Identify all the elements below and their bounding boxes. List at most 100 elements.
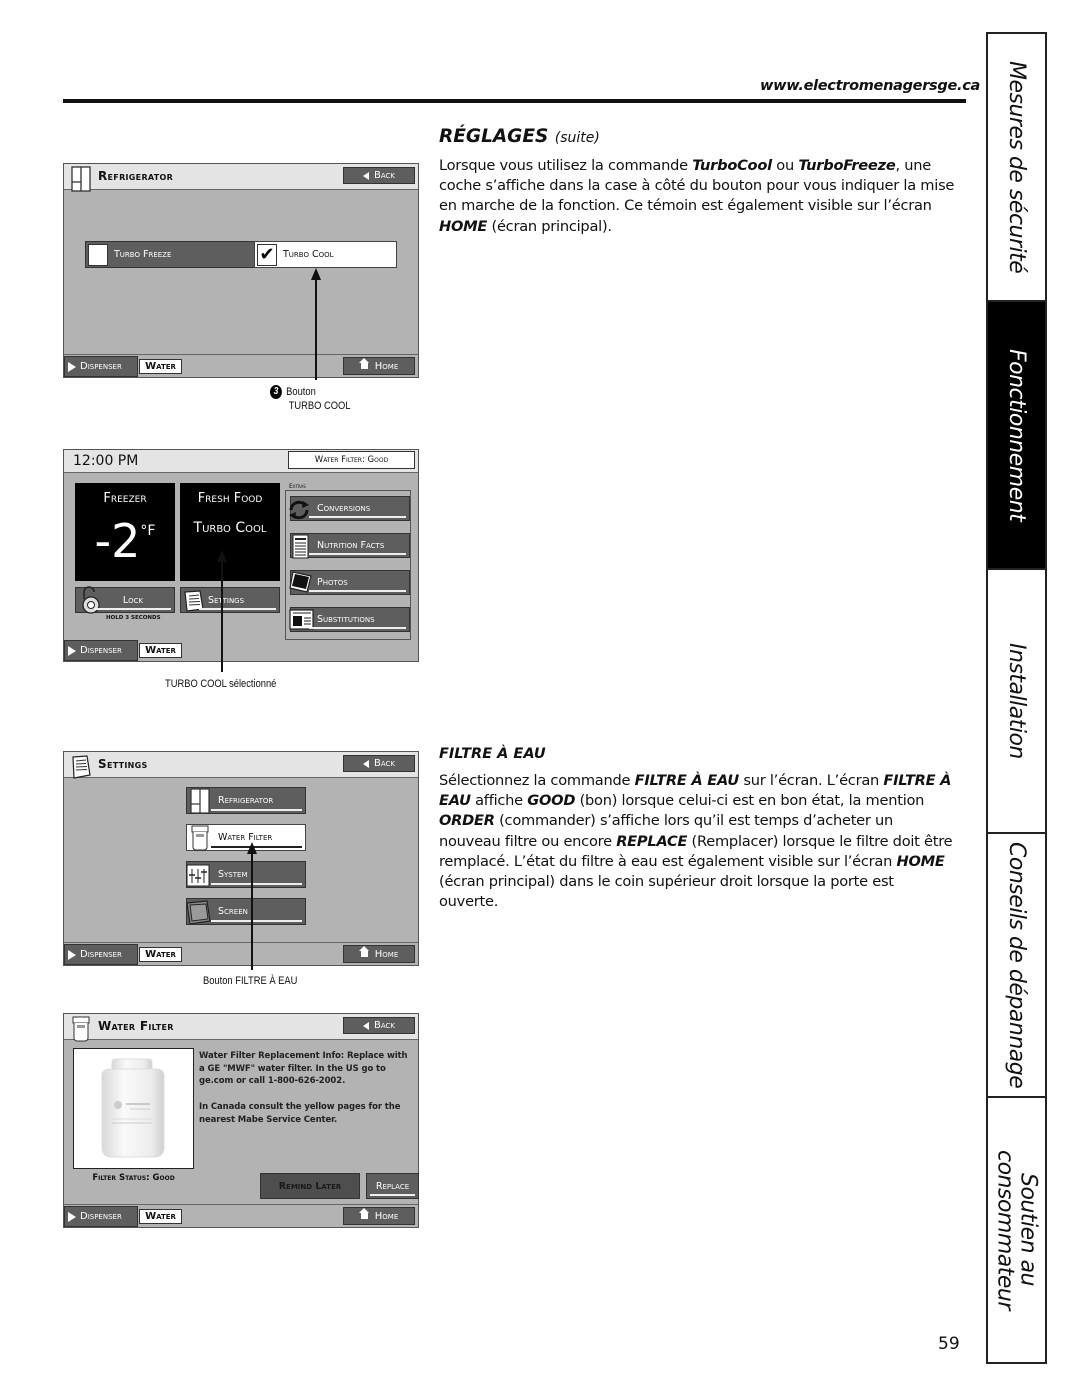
home-label: Home [374,1210,399,1222]
replace-label: Replace [375,1180,410,1192]
system-sliders-icon [186,864,210,887]
home-button[interactable]: Home [343,357,415,375]
back-button[interactable]: Back [343,167,415,184]
water-filter-icon [72,1016,90,1042]
header-rule [63,99,966,103]
dispenser-button[interactable]: Dispenser [64,640,138,661]
nutrition-facts-label: Nutrition Facts [317,540,385,551]
water-button[interactable]: Water [139,643,182,658]
section-title-reglages: RÉGLAGES (suite) [439,126,600,147]
dispenser-button[interactable]: Dispenser [64,1206,138,1227]
extras-substitutions-button[interactable]: Substitutions [289,607,410,632]
water-filter-status-button[interactable]: Water Filter: Good [288,451,415,469]
fresh-food-tile[interactable]: Fresh Food Turbo Cool [180,483,280,581]
settings-notepad-icon [72,755,91,779]
turbo-cool-checkbox[interactable]: ✔ [257,243,277,266]
back-label: Back [373,170,395,181]
tab-installation[interactable]: Installation [988,568,1045,832]
remind-later-button[interactable]: Remind Later [260,1173,360,1199]
caption-turbo-cool-selected: TURBO COOL sélectionné [165,678,277,690]
title-suffix: (suite) [554,130,600,146]
play-arrow-icon [68,645,76,656]
extras-conversions-button[interactable]: Conversions [289,496,410,521]
callout-arrow-head [247,842,257,854]
settings-label: Settings [208,594,245,606]
tab-label: Installation [1004,643,1030,759]
screen-header: Water Filter Back [64,1014,418,1042]
settings-screen-button[interactable]: Screen [186,898,306,925]
water-button[interactable]: Water [139,359,182,374]
button-underline [309,590,406,592]
screen-home: 12:00 PM Water Filter: Good Freezer -2°F… [63,449,419,662]
title-text: RÉGLAGES [439,126,549,147]
caption-water-filter-button: Bouton FILTRE À EAU [203,975,298,987]
screen-footer: Dispenser Water Home [64,942,418,965]
callout-arrow-line [315,278,317,380]
back-label: Back [373,1020,395,1031]
refrigerator-icon [190,788,210,814]
settings-refrigerator-button[interactable]: Refrigerator [186,787,306,814]
conversions-icon [289,500,309,520]
screen-water-filter: Water Filter Back Filter Status: Good Wa… [63,1013,419,1228]
tab-label-line1: Soutien au [1015,1173,1041,1287]
replace-button[interactable]: Replace [366,1173,419,1199]
refrigerator-icon [71,166,91,192]
screen-header: 12:00 PM Water Filter: Good [64,450,418,473]
screen-title: Refrigerator [98,169,174,183]
back-button[interactable]: Back [343,1017,415,1034]
tab-fonctionnement[interactable]: Fonctionnement [988,300,1045,568]
lock-button[interactable]: Lock [75,586,175,614]
screen-title: Settings [98,757,148,771]
dispenser-button[interactable]: Dispenser [64,356,138,377]
tab-label-line2: consommateur [992,1150,1018,1310]
extras-nutrition-facts-button[interactable]: Nutrition Facts [290,533,410,559]
water-button[interactable]: Water [139,947,182,962]
substitutions-label: Substitutions [317,614,375,625]
settings-button[interactable]: Settings [180,587,280,613]
button-underline [309,553,406,555]
turbo-cool-button[interactable]: ✔ Turbo Cool [254,241,397,268]
turbo-freeze-button[interactable]: Turbo Freeze [85,241,257,268]
screen-title: Water Filter [98,1019,174,1033]
tab-label: Soutien au consommateur [992,1150,1041,1310]
water-filter-icon [191,825,209,851]
website-url[interactable]: www.electromenagersge.ca [760,78,980,94]
home-icon [358,1208,369,1220]
screen-header: Settings Back [64,752,418,779]
dispenser-button[interactable]: Dispenser [64,944,138,965]
settings-system-button[interactable]: System [186,861,306,888]
turbo-freeze-checkbox[interactable] [88,243,108,266]
nutrition-facts-icon [292,534,309,559]
reglages-paragraph: Lorsque vous utilisez la commande TurboC… [439,157,955,235]
home-label: Home [374,360,399,372]
tab-mesures-de-securite[interactable]: Mesures de sécurité [988,34,1045,300]
back-arrow-icon [362,1021,369,1030]
filter-status: Filter Status: Good [92,1173,175,1183]
freezer-tile[interactable]: Freezer -2°F [75,483,175,581]
screen-header: Refrigerator Back [64,164,418,192]
photos-label: Photos [317,577,348,588]
section-tabs: Mesures de sécurité Fonctionnement Insta… [986,32,1047,1364]
home-button[interactable]: Home [343,945,415,963]
tab-soutien-au-consommateur[interactable]: Soutien au consommateur [988,1096,1045,1362]
screen-refrigerator: Refrigerator Back Turbo Freeze ✔ Turbo C… [63,163,419,378]
button-underline [211,920,302,922]
button-underline [94,608,171,610]
conversions-label: Conversions [317,503,371,514]
step-number-badge: 3 [270,385,282,400]
tab-conseils-de-depannage[interactable]: Conseils de dépannage [988,832,1045,1096]
filtre-paragraph: Sélectionnez la commande FILTRE À EAU su… [439,772,953,911]
tab-label: Conseils de dépannage [1004,841,1030,1089]
home-button[interactable]: Home [343,1207,415,1225]
settings-water-filter-button[interactable]: Water Filter [186,824,306,851]
freezer-temperature: -2°F [75,508,175,564]
home-icon [358,946,369,958]
caption-turbo-cool-button: 3 Bouton TURBO COOL [270,385,351,413]
filter-product-image [73,1048,194,1169]
screen-settings: Settings Back Refrigerator Water Filter … [63,751,419,966]
fresh-food-label: Fresh Food [197,491,263,506]
extras-photos-button[interactable]: Photos [289,570,410,595]
back-button[interactable]: Back [343,755,415,772]
water-button[interactable]: Water [139,1209,182,1224]
section-title-filtre: FILTRE À EAU [439,746,546,762]
